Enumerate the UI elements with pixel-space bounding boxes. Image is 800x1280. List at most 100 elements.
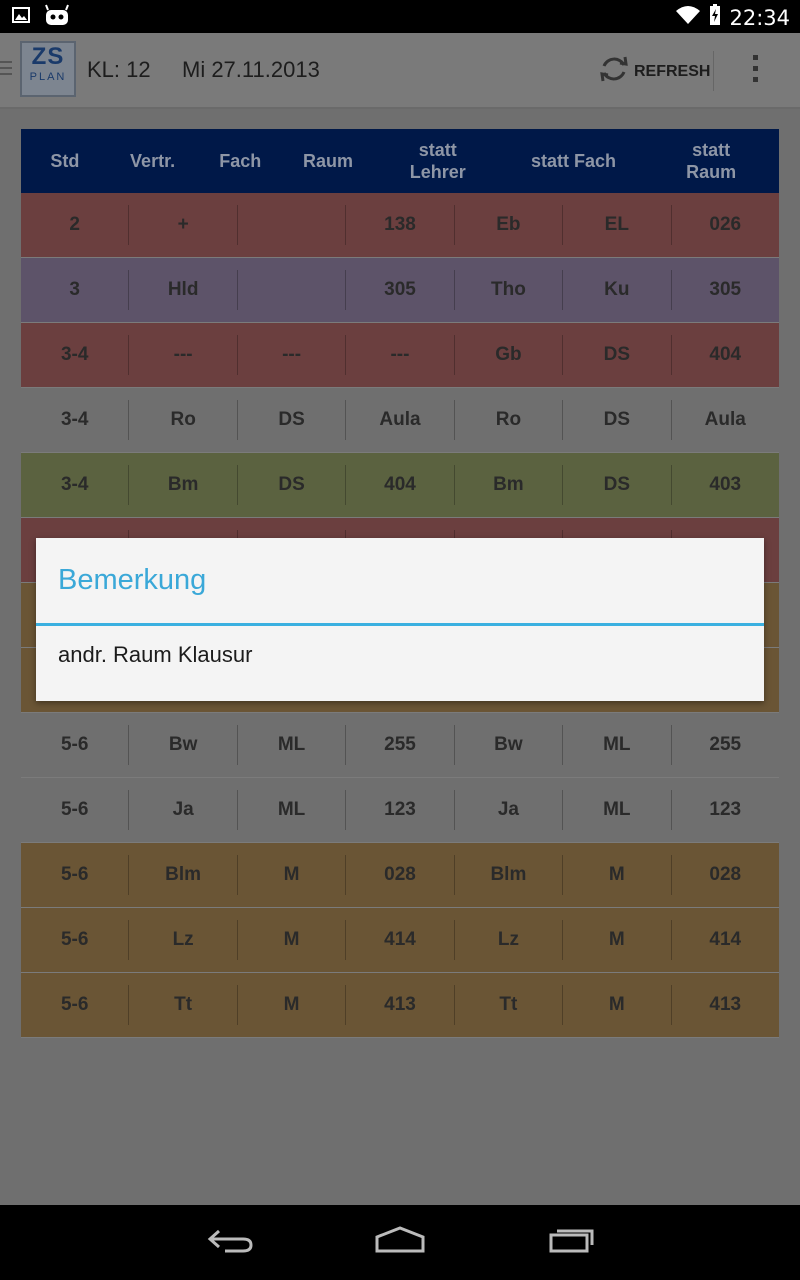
table-cell: 255 <box>709 734 742 755</box>
table-row[interactable]: 5-6 Lz M 414 Lz M 414 <box>21 908 779 973</box>
table-row[interactable]: 3-4 --- --- --- Gb DS 404 <box>21 323 779 388</box>
navigation-bar <box>0 1205 800 1280</box>
table-cell: Ja <box>129 790 238 830</box>
table-row[interactable]: 3-4 Ro DS Aula Ro DS Aula <box>21 388 779 453</box>
header-std: Std <box>50 151 80 171</box>
table-cell: Lz <box>455 920 564 960</box>
clock: 22:34 <box>729 5 790 30</box>
action-bar: ZS PLAN KL: 12 Mi 27.11.2013 REFRESH <box>0 33 800 109</box>
table-cell: DS <box>563 335 672 375</box>
table-cell: 413 <box>709 994 742 1015</box>
table-cell: 123 <box>346 790 455 830</box>
table-cell: Blm <box>129 855 238 895</box>
table-cell: Lz <box>129 920 238 960</box>
table-cell: Hld <box>129 270 238 310</box>
image-notification-icon <box>12 7 30 28</box>
logo-text-bottom: PLAN <box>29 71 67 83</box>
table-row[interactable]: 5-6 Bw ML 255 Bw ML 255 <box>21 713 779 778</box>
table-cell: 305 <box>709 279 742 300</box>
table-row[interactable]: 3-4 Bm DS 404 Bm DS 403 <box>21 453 779 518</box>
table-cell: DS <box>563 400 672 440</box>
table-cell: 414 <box>709 929 742 950</box>
table-cell: ML <box>563 725 672 765</box>
class-label: KL: 12 <box>87 57 151 82</box>
table-cell: Gb <box>455 335 564 375</box>
refresh-button[interactable]: REFRESH <box>598 53 710 90</box>
table-cell: --- <box>238 335 347 375</box>
table-cell: 5-6 <box>21 725 130 765</box>
table-cell: 5-6 <box>21 790 130 830</box>
header-vertr: Vertr. <box>130 151 176 171</box>
remark-dialog[interactable]: Bemerkung andr. Raum Klausur <box>36 538 764 701</box>
table-cell: 138 <box>346 205 455 245</box>
table-cell: 403 <box>709 474 742 495</box>
header-statt-fach: statt Fach <box>530 151 616 171</box>
table-cell: 414 <box>346 920 455 960</box>
table-cell: 3 <box>21 270 130 310</box>
table-header: Std Vertr. Fach Raum statt Lehrer statt … <box>21 129 779 193</box>
header-fach: Fach <box>219 151 262 171</box>
table-row[interactable]: 5-6 Ja ML 123 Ja ML 123 <box>21 778 779 843</box>
battery-icon <box>709 4 721 31</box>
table-cell: 3-4 <box>21 465 130 505</box>
android-robot-icon <box>44 4 70 31</box>
dialog-title: Bemerkung <box>58 564 207 596</box>
table-cell: --- <box>129 335 238 375</box>
table-cell: 305 <box>346 270 455 310</box>
table-cell: + <box>129 205 238 245</box>
status-bar: 22:34 <box>0 0 800 33</box>
table-cell <box>238 205 347 245</box>
refresh-label: REFRESH <box>634 62 711 80</box>
table-cell: EL <box>563 205 672 245</box>
header-statt-lehrer: statt Lehrer <box>409 140 466 182</box>
date-label: Mi 27.11.2013 <box>182 57 320 82</box>
table-cell: ML <box>238 790 347 830</box>
table-row[interactable]: 5-6 Blm M 028 Blm M 028 <box>21 843 779 908</box>
wifi-icon <box>675 4 701 31</box>
table-cell: Blm <box>455 855 564 895</box>
table-row[interactable]: 3 Hld 305 Tho Ku 305 <box>21 258 779 323</box>
action-divider <box>713 51 714 91</box>
table-cell: 255 <box>346 725 455 765</box>
refresh-icon <box>598 53 630 90</box>
table-cell: Bm <box>455 465 564 505</box>
table-cell: DS <box>238 465 347 505</box>
table-cell: DS <box>238 400 347 440</box>
table-cell: M <box>563 920 672 960</box>
header-statt-raum: statt Raum <box>686 140 737 182</box>
table-cell: Ro <box>129 400 238 440</box>
table-row[interactable]: 2 +138 Eb EL 026 <box>21 193 779 258</box>
back-icon[interactable] <box>205 1225 255 1260</box>
table-cell: M <box>563 985 672 1025</box>
table-cell: 404 <box>346 465 455 505</box>
table-cell: Tt <box>455 985 564 1025</box>
recent-apps-icon[interactable] <box>548 1225 596 1260</box>
table-cell: --- <box>346 335 455 375</box>
table-cell: Bw <box>129 725 238 765</box>
table-cell: Ku <box>563 270 672 310</box>
table-cell: Aula <box>346 400 455 440</box>
table-cell: M <box>238 985 347 1025</box>
drawer-indicator-icon[interactable] <box>0 61 12 79</box>
table-cell: Tt <box>129 985 238 1025</box>
table-cell: 3-4 <box>21 335 130 375</box>
table-cell: 5-6 <box>21 985 130 1025</box>
table-cell: ML <box>238 725 347 765</box>
table-cell: Ro <box>455 400 564 440</box>
app-logo[interactable]: ZS PLAN <box>20 41 76 97</box>
table-cell: M <box>238 920 347 960</box>
home-icon[interactable] <box>374 1225 426 1260</box>
table-cell: 404 <box>709 344 742 365</box>
table-cell <box>238 270 347 310</box>
table-cell: Eb <box>455 205 564 245</box>
table-cell: 5-6 <box>21 920 130 960</box>
table-row[interactable]: 5-6 Tt M 413 Tt M 413 <box>21 973 779 1038</box>
dialog-message: andr. Raum Klausur <box>58 642 253 667</box>
table-cell: 2 <box>21 205 130 245</box>
table-cell: Tho <box>455 270 564 310</box>
logo-text-top: ZS <box>31 43 65 70</box>
table-cell: 028 <box>709 864 742 885</box>
table-cell: 123 <box>709 799 742 820</box>
table-cell: Aula <box>704 409 746 430</box>
overflow-menu-icon[interactable] <box>753 55 761 88</box>
